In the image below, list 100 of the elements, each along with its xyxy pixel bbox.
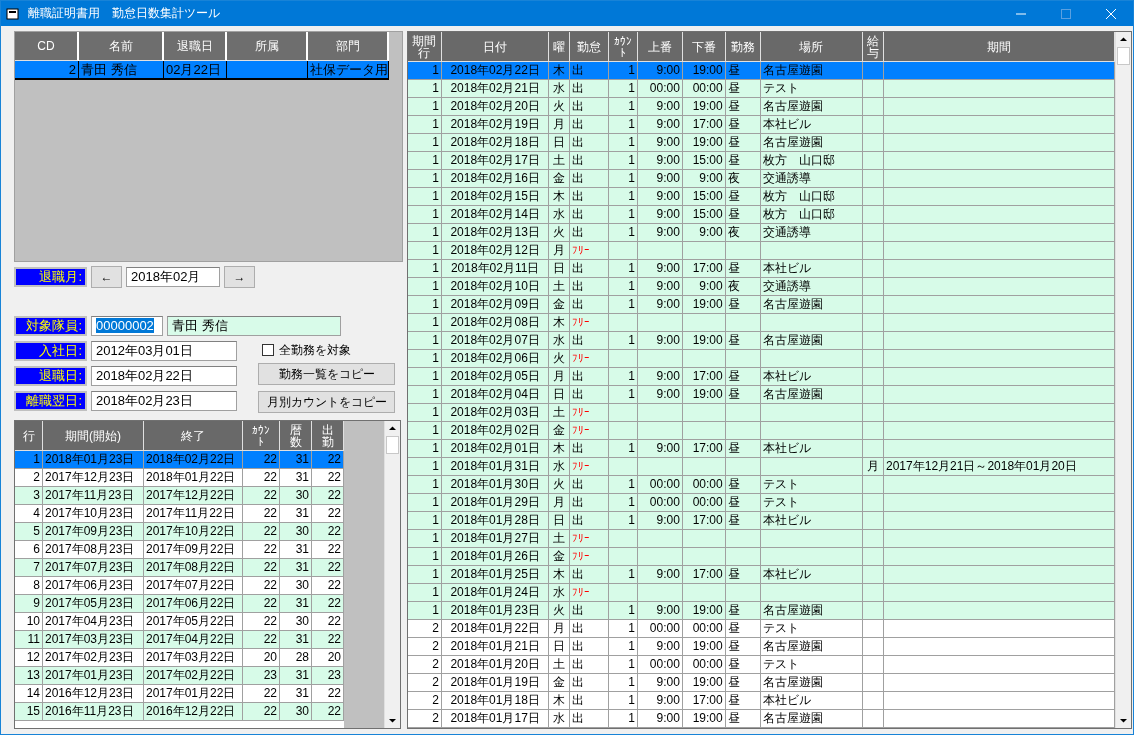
table-row[interactable]: 1 2018年01月30日 火 出 1 00:00 00:00 昼 テスト — [408, 476, 1115, 494]
name-field: 青田 秀信 — [167, 316, 341, 336]
table-row[interactable]: 1 2018年02月15日 木 出 1 9:00 15:00 昼 枚方 山口邸 — [408, 188, 1115, 206]
table-row[interactable]: 1 2018年02月07日 水 出 1 9:00 19:00 昼 名古屋遊園 — [408, 332, 1115, 350]
table-row[interactable]: 15 2016年11月23日 2016年12月22日 22 30 22 — [15, 703, 344, 721]
table-row[interactable]: 1 2018年01月26日 金 ﾌﾘｰ — [408, 548, 1115, 566]
date-field[interactable]: 2012年03月01日 — [91, 341, 237, 361]
field-label: 退職日: — [14, 366, 87, 386]
table-row[interactable]: 1 2018年02月10日 土 出 1 9:00 9:00 夜 交通誘導 — [408, 278, 1115, 296]
field-label: 退職月: — [14, 267, 87, 287]
table-cell: 15 — [15, 703, 43, 721]
field-label: 離職翌日: — [14, 391, 87, 411]
table-row[interactable]: 1 2018年02月05日 月 出 1 9:00 17:00 昼 本社ビル — [408, 368, 1115, 386]
column-header[interactable]: CD — [37, 40, 55, 52]
table-row[interactable]: 1 2018年02月09日 金 出 1 9:00 19:00 昼 名古屋遊園 — [408, 296, 1115, 314]
table-row[interactable]: 10 2017年04月23日 2017年05月22日 22 30 22 — [15, 613, 344, 631]
table-row[interactable]: 1 2018年02月20日 火 出 1 9:00 19:00 昼 名古屋遊園 — [408, 98, 1115, 116]
table-row[interactable]: 1 2018年01月23日 火 出 1 9:00 19:00 昼 名古屋遊園 — [408, 602, 1115, 620]
column-header[interactable]: 場所 — [799, 40, 824, 53]
column-header[interactable]: 名前 — [108, 40, 133, 52]
window-title: 離職証明書用 勤怠日数集計ツール — [28, 5, 221, 22]
field-label: 入社日: — [14, 341, 87, 361]
table-row[interactable]: 1 2018年02月17日 土 出 1 9:00 15:00 昼 枚方 山口邸 — [408, 152, 1115, 170]
table-row[interactable]: 6 2017年08月23日 2017年09月22日 22 31 22 — [15, 541, 344, 559]
date-field[interactable]: 2018年02月22日 — [91, 366, 237, 386]
month-field[interactable]: 2018年02月 — [126, 267, 220, 287]
table-row[interactable]: 1 2018年02月22日 木 出 1 9:00 19:00 昼 名古屋遊園 — [408, 62, 1115, 80]
table-row[interactable]: 1 2018年02月19日 月 出 1 9:00 17:00 昼 本社ビル — [408, 116, 1115, 134]
table-row[interactable]: 2 2018年01月20日 土 出 1 00:00 00:00 昼 テスト — [408, 656, 1115, 674]
table-cell: 2018年01月17日 — [441, 710, 550, 728]
table-row[interactable]: 8 2017年06月23日 2017年07月22日 22 30 22 — [15, 577, 344, 595]
next-button[interactable]: → — [224, 266, 255, 288]
scrollbar-thumb[interactable] — [386, 436, 399, 454]
copy-button[interactable]: 勤務一覧をコピー — [258, 363, 395, 385]
table-row[interactable]: 1 2018年02月08日 木 ﾌﾘｰ — [408, 314, 1115, 332]
table-row[interactable]: 1 2018年02月21日 水 出 1 00:00 00:00 昼 テスト — [408, 80, 1115, 98]
column-header[interactable]: 部門 — [335, 40, 360, 52]
table-row[interactable]: 2 2017年12月23日 2018年01月22日 22 31 22 — [15, 469, 344, 487]
field-label: 対象隊員: — [14, 316, 87, 336]
table-cell: 2016年11月23日 — [43, 703, 144, 721]
table-row[interactable]: 1 2018年02月04日 日 出 1 9:00 19:00 昼 名古屋遊園 — [408, 386, 1115, 404]
table-cell: 22 — [312, 703, 344, 721]
column-header[interactable]: 日付 — [483, 40, 508, 53]
table-row[interactable]: 1 2018年01月31日 水 ﾌﾘｰ 月 2017年12月21日～2018年01月20日 — [408, 458, 1115, 476]
table-row[interactable]: 2 2018年01月17日 水 出 1 9:00 19:00 昼 名古屋遊園 — [408, 710, 1115, 728]
table-row[interactable]: 14 2016年12月23日 2017年01月22日 22 31 22 — [15, 685, 344, 703]
table-row[interactable]: 7 2017年07月23日 2017年08月22日 22 31 22 — [15, 559, 344, 577]
table-row[interactable]: 4 2017年10月23日 2017年11月22日 22 31 22 — [15, 505, 344, 523]
table-cell: 1 — [609, 710, 639, 728]
column-header[interactable]: 終了 — [181, 429, 205, 442]
table-cell: 2016年12月22日 — [144, 703, 243, 721]
table-row[interactable]: 1 2018年01月29日 月 出 1 00:00 00:00 昼 テスト — [408, 494, 1115, 512]
checkbox[interactable] — [262, 344, 274, 356]
close-icon[interactable] — [1105, 8, 1116, 19]
table-row[interactable]: 1 2018年02月06日 火 ﾌﾘｰ — [408, 350, 1115, 368]
column-header[interactable]: 所属 — [254, 40, 279, 52]
table-row[interactable]: 1 2018年02月18日 日 出 1 9:00 19:00 昼 名古屋遊園 — [408, 134, 1115, 152]
table-row[interactable]: 11 2017年03月23日 2017年04月22日 22 31 22 — [15, 631, 344, 649]
table-row[interactable]: 1 2018年01月24日 水 ﾌﾘｰ — [408, 584, 1115, 602]
previous-button[interactable]: ← — [91, 266, 122, 288]
table-row[interactable]: 2 2018年01月21日 日 出 1 9:00 19:00 昼 名古屋遊園 — [408, 638, 1115, 656]
date-field[interactable]: 2018年02月23日 — [91, 391, 237, 411]
table-row[interactable]: 13 2017年01月23日 2017年02月22日 23 31 23 — [15, 667, 344, 685]
copy-button[interactable]: 月別カウントをコピー — [258, 391, 395, 413]
table-row[interactable]: 2 青田 秀信 02月22日 社保データ用 — [15, 61, 389, 80]
table-row[interactable]: 1 2018年02月13日 火 出 1 9:00 9:00 夜 交通誘導 — [408, 224, 1115, 242]
table-row[interactable]: 1 2018年02月02日 金 ﾌﾘｰ — [408, 422, 1115, 440]
table-cell: 30 — [280, 703, 312, 721]
table-row[interactable]: 1 2018年01月25日 木 出 1 9:00 17:00 昼 本社ビル — [408, 566, 1115, 584]
table-cell: 昼 — [725, 710, 761, 728]
table-row[interactable]: 1 2018年02月12日 月 ﾌﾘｰ — [408, 242, 1115, 260]
table-row[interactable]: 1 2018年01月28日 日 出 1 9:00 17:00 昼 本社ビル — [408, 512, 1115, 530]
table-row[interactable]: 2 2018年01月18日 木 出 1 9:00 17:00 昼 本社ビル — [408, 692, 1115, 710]
table-row[interactable]: 3 2017年11月23日 2017年12月22日 22 30 22 — [15, 487, 344, 505]
table-cell: 19:00 — [682, 710, 726, 728]
table-cell: 青田 秀信 — [79, 61, 164, 80]
table-row[interactable]: 1 2018年02月01日 木 出 1 9:00 17:00 昼 本社ビル — [408, 440, 1115, 458]
table-row[interactable]: 1 2018年02月14日 水 出 1 9:00 15:00 昼 枚方 山口邸 — [408, 206, 1115, 224]
table-cell: 2 — [408, 710, 442, 728]
table-cell: 9:00 — [638, 710, 683, 728]
column-header[interactable]: 期間 — [987, 40, 1011, 53]
table-row[interactable]: 5 2017年09月23日 2017年10月22日 22 30 22 — [15, 523, 344, 541]
table-row[interactable]: 1 2018年02月03日 土 ﾌﾘｰ — [408, 404, 1115, 422]
table-row[interactable]: 2 2018年01月19日 金 出 1 9:00 19:00 昼 名古屋遊園 — [408, 674, 1115, 692]
table-row[interactable]: 1 2018年02月16日 金 出 1 9:00 9:00 夜 交通誘導 — [408, 170, 1115, 188]
checkbox-label: 全勤務を対象 — [279, 341, 351, 359]
table-row[interactable]: 2 2018年01月22日 月 出 1 00:00 00:00 昼 テスト — [408, 620, 1115, 638]
table-row[interactable]: 1 2018年01月23日 2018年02月22日 22 31 22 — [15, 451, 344, 469]
table-row[interactable]: 12 2017年02月23日 2017年03月22日 20 28 20 — [15, 649, 344, 667]
table-row[interactable]: 1 2018年01月27日 土 ﾌﾘｰ — [408, 530, 1115, 548]
scrollbar-thumb[interactable] — [1117, 47, 1130, 65]
table-row[interactable]: 9 2017年05月23日 2017年06月22日 22 31 22 — [15, 595, 344, 613]
code-field[interactable]: 00000002 — [91, 316, 163, 336]
table-row[interactable]: 1 2018年02月11日 日 出 1 9:00 17:00 昼 本社ビル — [408, 260, 1115, 278]
table-cell: 02月22日 — [164, 61, 227, 80]
table-cell: 22 — [243, 703, 280, 721]
table-cell: 水 — [549, 710, 571, 728]
table-cell: 社保データ用 — [308, 61, 389, 80]
app-icon — [6, 6, 20, 21]
table-cell: 2 — [15, 61, 79, 80]
